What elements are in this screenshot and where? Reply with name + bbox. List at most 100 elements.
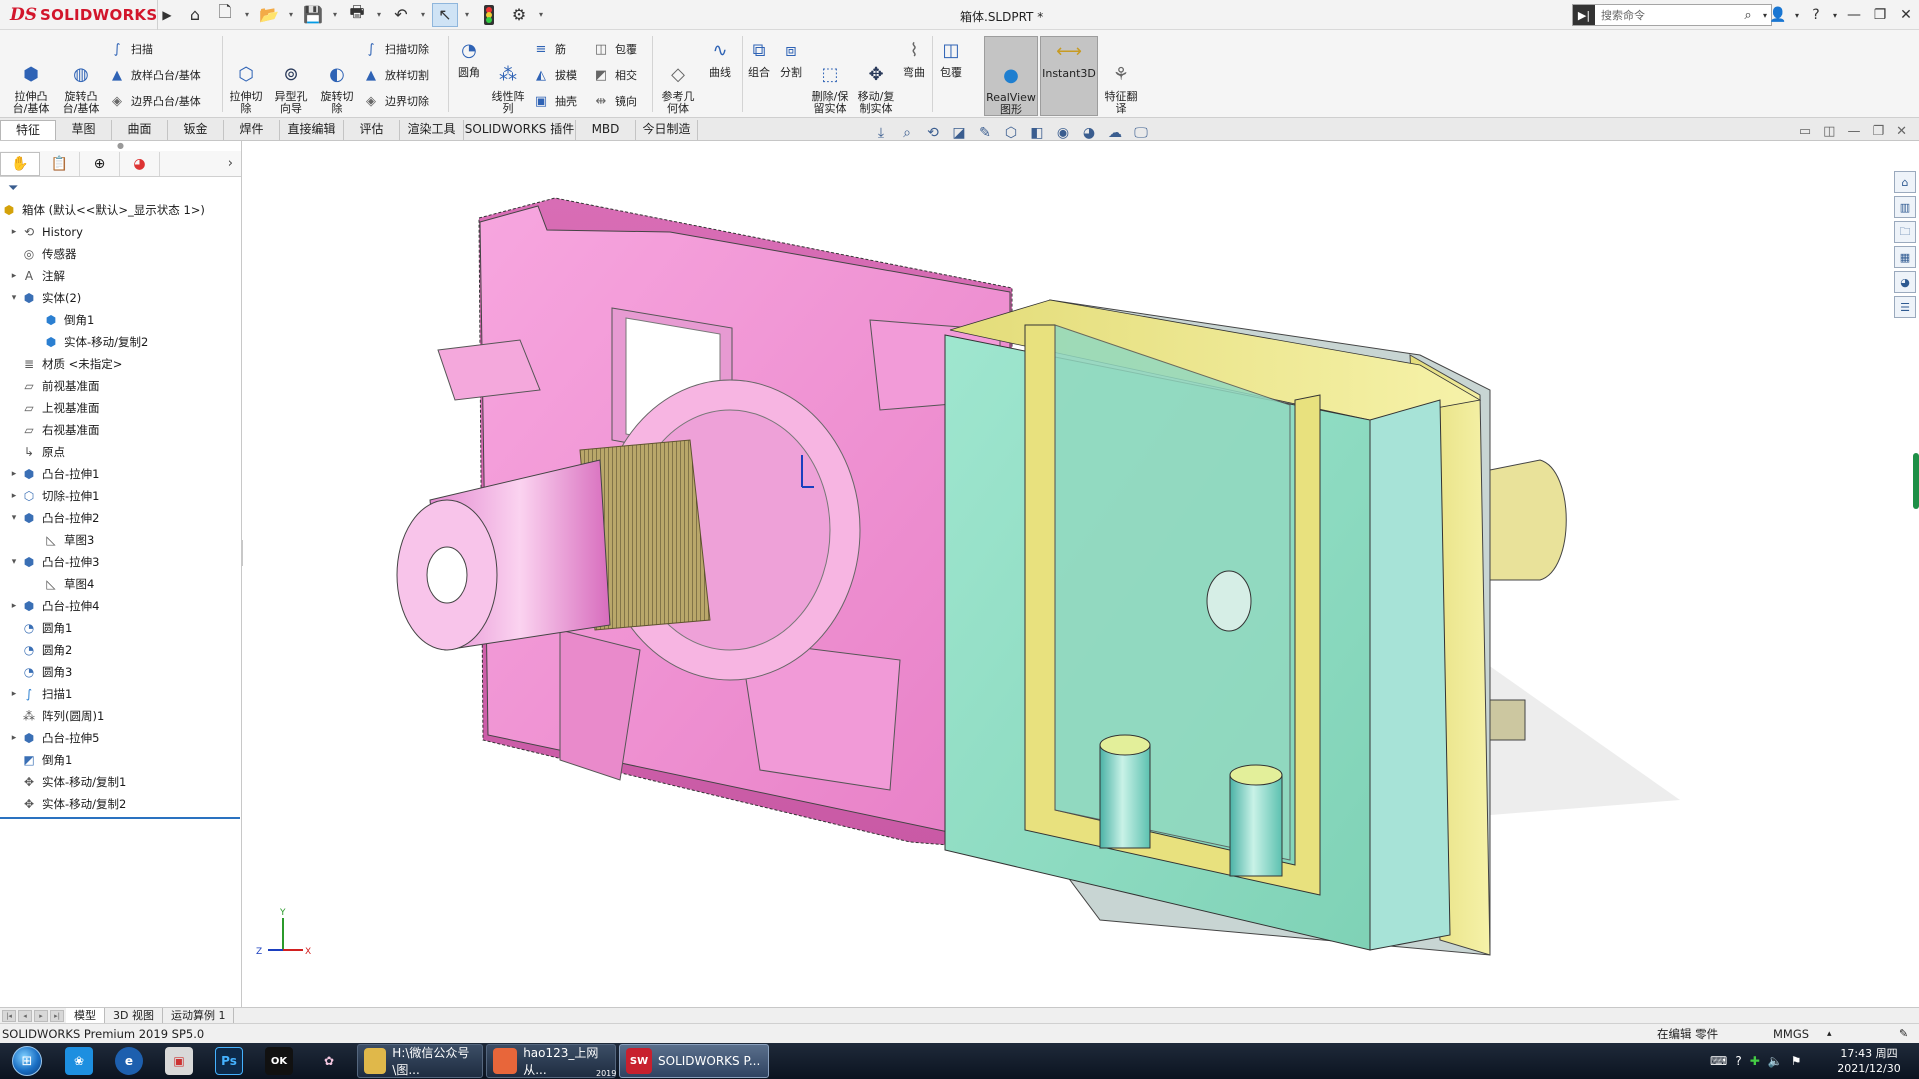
tree-item[interactable]: ▸ ⟲ History	[0, 221, 241, 243]
taskbar-task[interactable]: SW 2019 SOLIDWORKS P...	[596, 1044, 769, 1078]
units-dropdown-icon[interactable]: ▴	[1827, 1029, 1832, 1039]
tree-item[interactable]: ≣ 材质 <未指定>	[0, 353, 241, 375]
configuration-manager-tab-icon[interactable]: ⊕	[80, 151, 120, 176]
solidworks-logo[interactable]: DS SOLIDWORKS	[0, 0, 158, 30]
tree-item[interactable]: ◔ 圆角2	[0, 639, 241, 661]
tree-item[interactable]: ▱ 前视基准面	[0, 375, 241, 397]
tree-item[interactable]: ▱ 右视基准面	[0, 419, 241, 441]
edit-appearance-icon[interactable]: ◕	[1078, 123, 1100, 143]
appearances-icon[interactable]: ◕	[1894, 271, 1916, 293]
view-settings-icon[interactable]: 🖵	[1130, 123, 1152, 143]
tab-weldments[interactable]: 焊件	[224, 120, 280, 140]
previous-view-icon[interactable]: ⟲	[922, 123, 944, 143]
save-dropdown-icon[interactable]: ▾	[330, 10, 340, 19]
tree-expand-icon[interactable]: ▸	[8, 227, 20, 237]
viewport-minimize-icon[interactable]: —	[1847, 124, 1860, 139]
model-view[interactable]: Y X Z	[243, 141, 1863, 1007]
prev-tab-icon[interactable]: ◂	[18, 1009, 32, 1022]
tree-item[interactable]: ▸ A 注解	[0, 265, 241, 287]
tree-root[interactable]: ⬢ 箱体 (默认<<默认>_显示状态 1>)	[0, 199, 241, 221]
undo-icon[interactable]: ↶	[388, 3, 414, 27]
tab-sheet-metal[interactable]: 钣金	[168, 120, 224, 140]
tab-evaluate[interactable]: 评估	[344, 120, 400, 140]
restore-icon[interactable]: ❐	[1867, 7, 1893, 23]
design-library-icon[interactable]: ▥	[1894, 196, 1916, 218]
dynamic-annotation-icon[interactable]: ✎	[974, 123, 996, 143]
panel-grip[interactable]: ●	[0, 141, 241, 151]
viewport-close-icon[interactable]: ✕	[1896, 124, 1907, 139]
options-dropdown-icon[interactable]: ▾	[536, 10, 546, 19]
tree-expand-icon[interactable]: ▾	[8, 293, 20, 303]
clock[interactable]: 17:43 周四 2021/12/30	[1834, 1046, 1904, 1076]
pink-body[interactable]	[396, 197, 1013, 851]
user-dropdown-icon[interactable]: ▾	[1791, 11, 1803, 20]
pinned-app-5[interactable]: OK	[254, 1043, 304, 1079]
tree-item[interactable]: ▾ ⬢ 实体(2)	[0, 287, 241, 309]
options-gear-icon[interactable]: ⚙	[506, 3, 532, 27]
units-system[interactable]: MMGS	[1773, 1027, 1809, 1041]
shell-button[interactable]: ▣ 抽壳	[532, 92, 577, 110]
tab-features[interactable]: 特征	[0, 120, 56, 140]
revolve-boss-button[interactable]: ◍ 旋转凸 台/基体	[58, 38, 104, 127]
panel-more-icon[interactable]: ›	[228, 156, 233, 171]
new-document-icon[interactable]: 🗋	[212, 2, 238, 27]
tree-item[interactable]: ▸ ⬡ 切除-拉伸1	[0, 485, 241, 507]
pinned-app-6[interactable]: ✿	[304, 1043, 354, 1079]
property-manager-tab-icon[interactable]: 📋	[40, 151, 80, 176]
tree-expand-icon[interactable]: ▾	[8, 513, 20, 523]
zoom-to-area-icon[interactable]: ⌕	[896, 123, 918, 143]
tree-expand-icon[interactable]: ▸	[8, 469, 20, 479]
swept-cut-button[interactable]: ∫ 扫描切除	[362, 40, 429, 58]
view-palette-icon[interactable]: ▦	[1894, 246, 1916, 268]
fillet-button[interactable]: ◔ 圆角	[452, 38, 486, 79]
tree-expand-icon[interactable]: ▾	[8, 557, 20, 567]
tab-direct-editing[interactable]: 直接编辑	[280, 120, 344, 140]
curves-button[interactable]: ∿ 曲线	[702, 38, 738, 79]
tree-expand-icon[interactable]: ▸	[8, 601, 20, 611]
tree-item[interactable]: ▸ ⬢ 凸台-拉伸5	[0, 727, 241, 749]
search-commands[interactable]: ▶| 搜索命令 ⌕ ▾	[1572, 4, 1772, 26]
tab-model[interactable]: 模型	[66, 1007, 105, 1024]
tree-item[interactable]: ◺ 草图4	[0, 573, 241, 595]
draft-button[interactable]: ◭ 拔模	[532, 66, 577, 84]
tree-item[interactable]: ◺ 草图3	[0, 529, 241, 551]
flex-button[interactable]: ⌇ 弯曲	[900, 38, 928, 79]
last-tab-icon[interactable]: ▸|	[50, 1009, 64, 1022]
first-tab-icon[interactable]: |◂	[2, 1009, 16, 1022]
search-input[interactable]: 搜索命令	[1595, 7, 1737, 23]
instant3d-button[interactable]: ⟷ Instant3D	[1040, 36, 1098, 116]
tree-expand-icon[interactable]: ▸	[8, 491, 20, 501]
user-icon[interactable]: 👤	[1765, 7, 1791, 23]
open-folder-icon[interactable]: 📂	[256, 3, 282, 27]
tree-expand-icon[interactable]: ▸	[8, 689, 20, 699]
green-body[interactable]	[944, 299, 1567, 956]
view-orientation-icon[interactable]: ⬡	[1000, 123, 1022, 143]
tree-item[interactable]: ◔ 圆角1	[0, 617, 241, 639]
apply-scene-icon[interactable]: ☁	[1104, 123, 1126, 143]
home-icon[interactable]: ⌂	[182, 3, 208, 27]
network-icon[interactable]: ⚑	[1791, 1054, 1802, 1068]
tree-item[interactable]: ◩ 倒角1	[0, 749, 241, 771]
start-button[interactable]: ⊞	[0, 1043, 54, 1079]
rebuild-traffic-light-icon[interactable]	[476, 3, 502, 27]
pinned-app-1[interactable]: ❀	[54, 1043, 104, 1079]
tree-item[interactable]: ✥ 实体-移动/复制1	[0, 771, 241, 793]
search-icon[interactable]: ⌕	[1737, 8, 1759, 23]
volume-icon[interactable]: 🔈	[1768, 1054, 1783, 1068]
feature-manager-tab-icon[interactable]: ✋	[0, 151, 40, 176]
lofted-cut-button[interactable]: ▲ 放样切割	[362, 66, 429, 84]
display-manager-tab-icon[interactable]: ◕	[120, 151, 160, 176]
tree-item[interactable]: ↳ 原点	[0, 441, 241, 463]
sweep-button[interactable]: ∫ 扫描	[108, 40, 153, 58]
realview-button[interactable]: ● RealView 图形	[984, 36, 1038, 116]
tree-expand-icon[interactable]: ▸	[8, 271, 20, 281]
graphics-area[interactable]: Y X Z	[243, 141, 1891, 1007]
solidworks-resources-icon[interactable]: ⌂	[1894, 171, 1916, 193]
scroll-handle[interactable]	[1913, 453, 1919, 509]
combine-button[interactable]: ⧉ 组合	[744, 38, 774, 79]
viewport-tile-icon[interactable]: ▭	[1799, 124, 1811, 139]
taskbar-task[interactable]: H:\微信公众号\图...	[357, 1044, 483, 1078]
boundary-cut-button[interactable]: ◈ 边界切除	[362, 92, 429, 110]
pinned-app-4[interactable]: Ps	[204, 1043, 254, 1079]
viewport-restore-icon[interactable]: ❐	[1872, 124, 1884, 139]
